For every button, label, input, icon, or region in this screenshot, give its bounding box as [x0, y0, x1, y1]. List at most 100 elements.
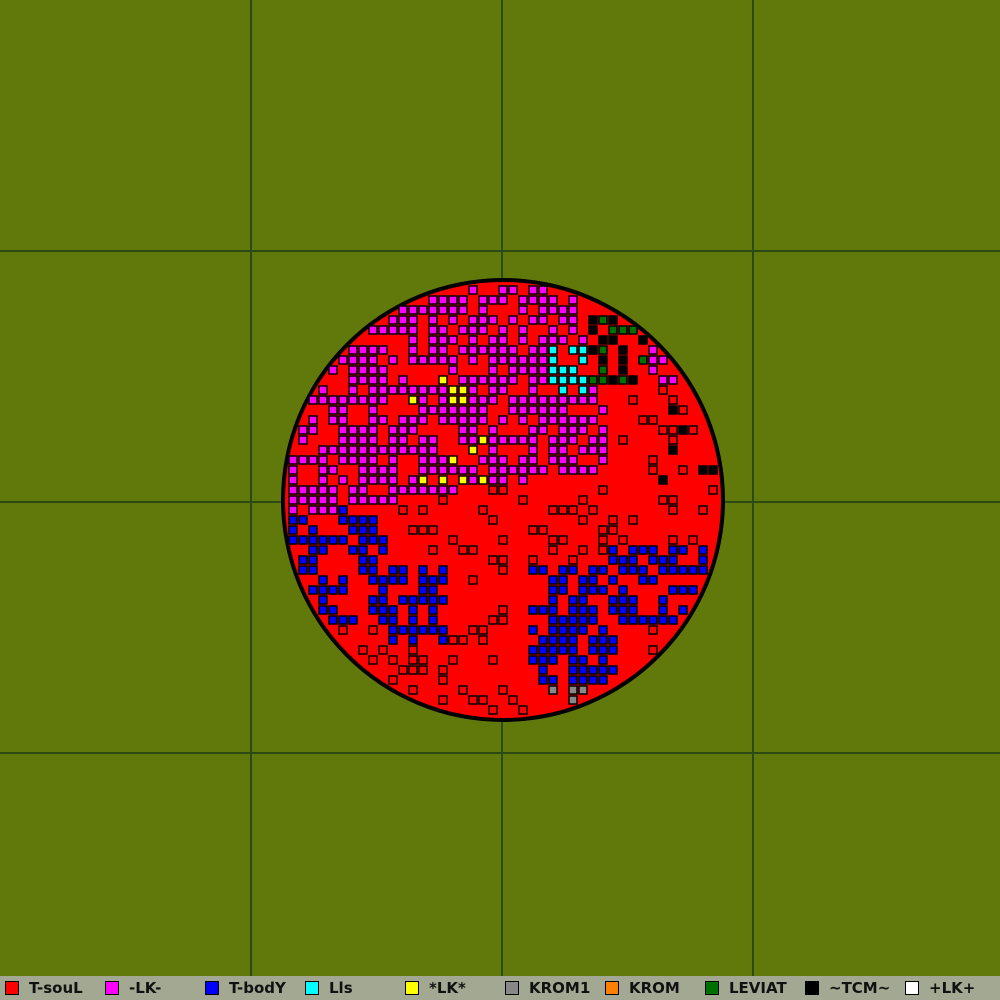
- territory-cell: [488, 705, 498, 715]
- legend-label: T-bodY: [229, 979, 286, 997]
- territory-cell: [528, 455, 538, 465]
- territory-cell: [338, 515, 348, 525]
- legend-label: +LK+: [929, 979, 976, 997]
- territory-cell: [588, 395, 598, 405]
- territory-cell: [508, 405, 518, 415]
- territory-cell: [308, 425, 318, 435]
- territory-cell: [368, 535, 378, 545]
- territory-cell: [418, 625, 428, 635]
- territory-cell: [388, 485, 398, 495]
- territory-cell: [368, 655, 378, 665]
- territory-cell: [538, 645, 548, 655]
- territory-cell: [548, 535, 558, 545]
- territory-cell: [598, 665, 608, 675]
- territory-cell: [478, 455, 488, 465]
- territory-cell: [388, 655, 398, 665]
- territory-cell: [338, 625, 348, 635]
- territory-cell: [368, 365, 378, 375]
- territory-cell: [448, 485, 458, 495]
- territory-cell: [618, 565, 628, 575]
- territory-cell: [508, 355, 518, 365]
- territory-cell: [468, 545, 478, 555]
- territory-cell: [538, 675, 548, 685]
- territory-cell: [468, 695, 478, 705]
- territory-cell: [538, 315, 548, 325]
- territory-cell: [378, 395, 388, 405]
- territory-cell: [308, 495, 318, 505]
- territory-cell: [498, 555, 508, 565]
- territory-cell: [338, 575, 348, 585]
- territory-cell: [398, 445, 408, 455]
- territory-cell: [448, 455, 458, 465]
- territory-cell: [398, 665, 408, 675]
- territory-cell: [328, 605, 338, 615]
- territory-cell: [538, 635, 548, 645]
- territory-cell: [638, 335, 648, 345]
- territory-cell: [558, 505, 568, 515]
- territory-cell: [568, 595, 578, 605]
- territory-cell: [568, 375, 578, 385]
- territory-cell: [368, 625, 378, 635]
- territory-cell: [568, 395, 578, 405]
- territory-cell: [368, 385, 378, 395]
- territory-cell: [578, 675, 588, 685]
- territory-cell: [358, 425, 368, 435]
- territory-cell: [348, 515, 358, 525]
- territory-cell: [628, 515, 638, 525]
- territory-cell: [658, 355, 668, 365]
- territory-cell: [498, 485, 508, 495]
- territory-cell: [658, 425, 668, 435]
- territory-cell: [328, 405, 338, 415]
- game-map[interactable]: [0, 0, 1000, 976]
- legend-label: Lls: [329, 979, 353, 997]
- territory-cell: [668, 585, 678, 595]
- territory-cell: [518, 365, 528, 375]
- territory-cell: [578, 395, 588, 405]
- territory-cell: [358, 355, 368, 365]
- territory-cell: [428, 325, 438, 335]
- territory-cell: [578, 665, 588, 675]
- territory-cell: [628, 545, 638, 555]
- territory-cell: [498, 385, 508, 395]
- territory-cell: [408, 445, 418, 455]
- territory-cell: [628, 615, 638, 625]
- territory-cell: [528, 445, 538, 455]
- territory-cell: [448, 655, 458, 665]
- legend-swatch: [405, 981, 419, 995]
- territory-cell: [438, 455, 448, 465]
- territory-cell: [438, 575, 448, 585]
- territory-cell: [498, 475, 508, 485]
- territory-cell: [368, 375, 378, 385]
- territory-cell: [448, 535, 458, 545]
- territory-cell: [488, 435, 498, 445]
- territory-cell: [488, 335, 498, 345]
- territory-cell: [438, 385, 448, 395]
- territory-cell: [458, 385, 468, 395]
- territory-cell: [328, 585, 338, 595]
- territory-cell: [418, 505, 428, 515]
- territory-cell: [358, 565, 368, 575]
- territory-cell: [338, 455, 348, 465]
- territory-cell: [358, 645, 368, 655]
- territory-cell: [318, 465, 328, 475]
- territory-cell: [538, 395, 548, 405]
- territory-cell: [538, 655, 548, 665]
- territory-cell: [408, 475, 418, 485]
- territory-cell: [498, 345, 508, 355]
- territory-cell: [598, 405, 608, 415]
- territory-cell: [568, 435, 578, 445]
- legend-swatch: [605, 981, 619, 995]
- territory-cell: [438, 625, 448, 635]
- territory-cell: [548, 375, 558, 385]
- territory-cell: [508, 465, 518, 475]
- territory-cell: [528, 315, 538, 325]
- territory-cell: [538, 565, 548, 575]
- territory-cell: [468, 445, 478, 455]
- territory-cell: [418, 405, 428, 415]
- territory-cell: [648, 415, 658, 425]
- territory-cell: [578, 605, 588, 615]
- territory-cell: [318, 445, 328, 455]
- territory-cell: [398, 385, 408, 395]
- territory-cell: [478, 505, 488, 515]
- territory-cell: [568, 425, 578, 435]
